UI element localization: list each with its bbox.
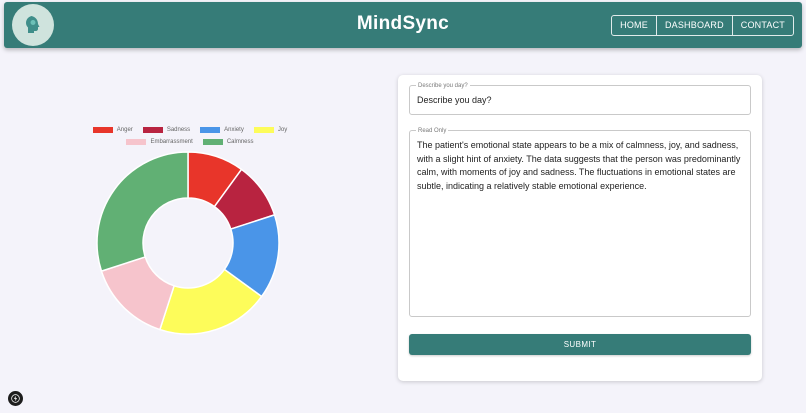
- floating-action-button[interactable]: [8, 391, 23, 406]
- nav-dashboard-button[interactable]: DASHBOARD: [657, 16, 733, 35]
- journal-card: Describe you day? Describe you day? Read…: [398, 75, 762, 381]
- read-only-field: Read Only The patient's emotional state …: [409, 127, 751, 317]
- lightning-icon: [11, 394, 20, 403]
- read-only-text: The patient's emotional state appears to…: [417, 140, 741, 191]
- head-profile-icon: [26, 16, 40, 33]
- describe-day-label: Describe you day?: [416, 82, 470, 90]
- app-bar: MindSync HOME DASHBOARD CONTACT: [4, 2, 802, 48]
- logo[interactable]: [12, 4, 54, 46]
- submit-button[interactable]: SUBMIT: [409, 334, 751, 355]
- emotion-chart: Anger Sadness Anxiety Joy Embarrassment …: [0, 118, 380, 348]
- read-only-label: Read Only: [416, 127, 449, 135]
- nav-menu: HOME DASHBOARD CONTACT: [611, 15, 794, 36]
- nav-contact-button[interactable]: CONTACT: [733, 16, 793, 35]
- nav-home-button[interactable]: HOME: [612, 16, 657, 35]
- donut-chart: [96, 151, 280, 335]
- donut-slice-calmness[interactable]: [96, 151, 189, 273]
- describe-day-field[interactable]: Describe you day? Describe you day?: [409, 82, 751, 115]
- describe-day-input[interactable]: Describe you day?: [417, 94, 492, 108]
